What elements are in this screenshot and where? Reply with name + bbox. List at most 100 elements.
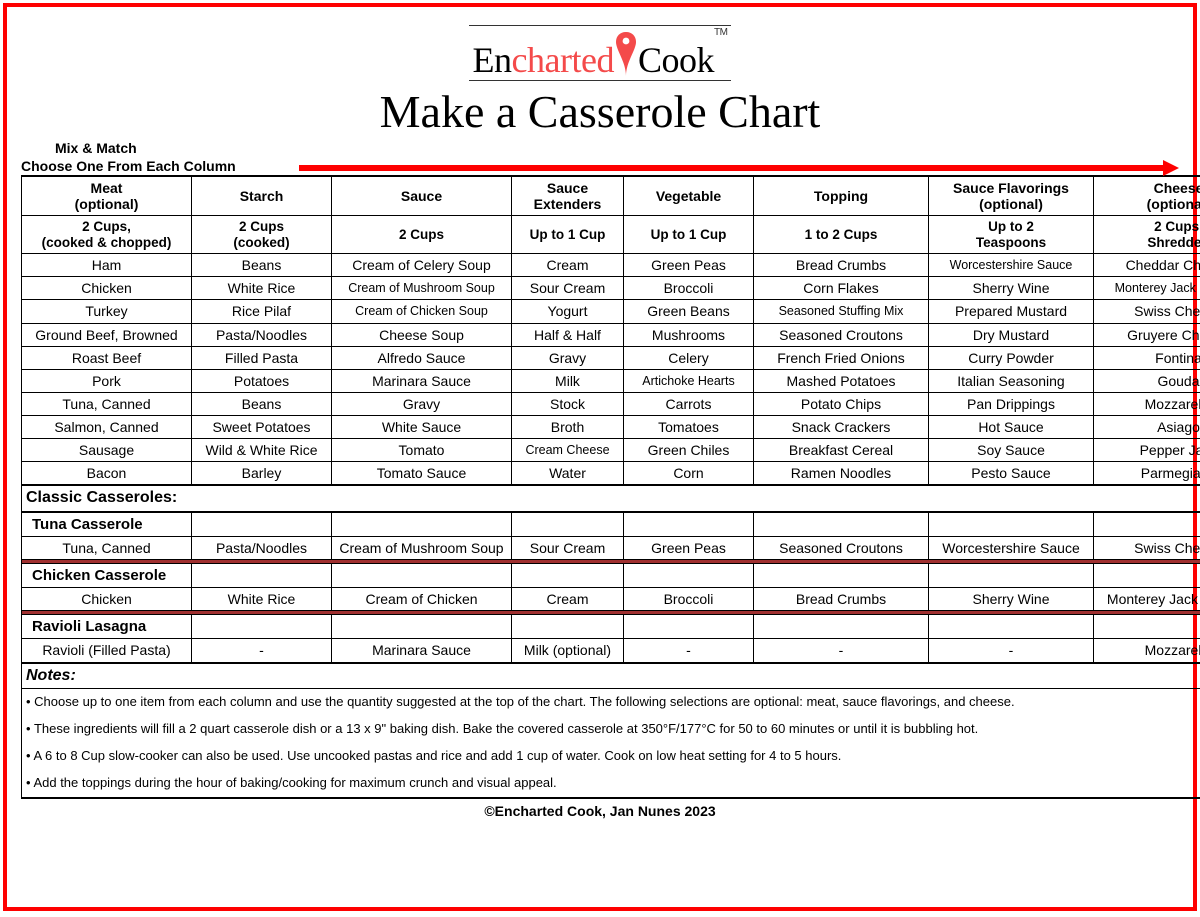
recipe-name-cell: Chicken Casserole xyxy=(22,563,192,587)
recipe-cell: - xyxy=(754,639,929,663)
table-cell: Milk xyxy=(512,369,624,392)
note-row: Add the toppings during the hour of baki… xyxy=(22,770,1200,798)
table-cell: Water xyxy=(512,462,624,486)
column-quantity: Up to 2Teaspoons xyxy=(929,216,1094,254)
table-cell: Seasoned Stuffing Mix xyxy=(754,300,929,323)
recipe-cell: Ravioli (Filled Pasta) xyxy=(22,639,192,663)
table-cell: Turkey xyxy=(22,300,192,323)
table-row: TurkeyRice PilafCream of Chicken SoupYog… xyxy=(22,300,1200,323)
table-cell: Breakfast Cereal xyxy=(754,438,929,461)
column-header: SauceExtenders xyxy=(512,176,624,216)
column-header: Cheese(optional) xyxy=(1094,176,1200,216)
recipe-cell: Seasoned Croutons xyxy=(754,536,929,559)
page-title: Make a Casserole Chart xyxy=(21,85,1179,138)
table-cell: Mushrooms xyxy=(624,323,754,346)
recipe-cell: Mozzarella xyxy=(1094,639,1200,663)
table-row: SausageWild & White RiceTomatoCream Chee… xyxy=(22,438,1200,461)
column-quantity: 1 to 2 Cups xyxy=(754,216,929,254)
table-cell: Mashed Potatoes xyxy=(754,369,929,392)
mix-match-hint: Mix & Match Choose One From Each Column xyxy=(21,140,1179,175)
note-row: Choose up to one item from each column a… xyxy=(22,688,1200,715)
table-cell: Tomatoes xyxy=(624,415,754,438)
notes-heading-cell: Notes: xyxy=(22,663,1200,689)
recipe-cell: Cream of Chicken xyxy=(332,588,512,611)
recipe-cell: Green Peas xyxy=(624,536,754,559)
table-cell: Cream of Mushroom Soup xyxy=(332,277,512,300)
table-cell: Prepared Mustard xyxy=(929,300,1094,323)
map-pin-icon xyxy=(616,32,636,76)
table-cell: Pan Drippings xyxy=(929,392,1094,415)
column-header: Topping xyxy=(754,176,929,216)
table-row: ChickenWhite RiceCream of Mushroom SoupS… xyxy=(22,277,1200,300)
column-quantity: Up to 1 Cup xyxy=(512,216,624,254)
table-cell: Dry Mustard xyxy=(929,323,1094,346)
recipe-name-cell: Ravioli Lasagna xyxy=(22,615,192,639)
note-row: These ingredients will fill a 2 quart ca… xyxy=(22,716,1200,743)
note-cell: A 6 to 8 Cup slow-cooker can also be use… xyxy=(22,743,1200,770)
copyright: ©Encharted Cook, Jan Nunes 2023 xyxy=(21,803,1179,819)
table-cell: Hot Sauce xyxy=(929,415,1094,438)
table-cell: Cream Cheese xyxy=(512,438,624,461)
recipe-cell: Bread Crumbs xyxy=(754,588,929,611)
table-cell: Tuna, Canned xyxy=(22,392,192,415)
recipe-cell: Sherry Wine xyxy=(929,588,1094,611)
recipe-cell: Monterey Jack Cheese xyxy=(1094,588,1200,611)
recipe-cell: White Rice xyxy=(192,588,332,611)
table-cell: Gruyere Cheese xyxy=(1094,323,1200,346)
empty-cell xyxy=(624,563,754,587)
table-cell: Ramen Noodles xyxy=(754,462,929,486)
recipe-cell: Milk (optional) xyxy=(512,639,624,663)
empty-cell xyxy=(332,615,512,639)
column-quantity: 2 Cups(cooked) xyxy=(192,216,332,254)
empty-cell xyxy=(929,512,1094,537)
table-cell: Italian Seasoning xyxy=(929,369,1094,392)
table-cell: Filled Pasta xyxy=(192,346,332,369)
table-cell: Beans xyxy=(192,254,332,277)
recipe-cell: Broccoli xyxy=(624,588,754,611)
table-cell: Artichoke Hearts xyxy=(624,369,754,392)
recipe-name-row: Chicken Casserole xyxy=(22,563,1200,587)
empty-cell xyxy=(754,512,929,537)
recipe-row: Ravioli (Filled Pasta)-Marinara SauceMil… xyxy=(22,639,1200,663)
table-cell: Salmon, Canned xyxy=(22,415,192,438)
empty-cell xyxy=(332,512,512,537)
table-cell: Cheese Soup xyxy=(332,323,512,346)
table-cell: Potatoes xyxy=(192,369,332,392)
empty-cell xyxy=(624,512,754,537)
empty-cell xyxy=(929,615,1094,639)
empty-cell xyxy=(1094,512,1200,537)
table-cell: Curry Powder xyxy=(929,346,1094,369)
table-cell: Gravy xyxy=(332,392,512,415)
table-cell: Cream of Celery Soup xyxy=(332,254,512,277)
table-row: Salmon, CannedSweet PotatoesWhite SauceB… xyxy=(22,415,1200,438)
table-cell: Gouda xyxy=(1094,369,1200,392)
table-cell: Ground Beef, Browned xyxy=(22,323,192,346)
column-quantity: 2 Cups,(cooked & chopped) xyxy=(22,216,192,254)
table-cell: Sherry Wine xyxy=(929,277,1094,300)
table-cell: Bread Crumbs xyxy=(754,254,929,277)
table-cell: Bacon xyxy=(22,462,192,486)
table-cell: Broccoli xyxy=(624,277,754,300)
empty-cell xyxy=(929,563,1094,587)
table-cell: Cream xyxy=(512,254,624,277)
table-cell: Ham xyxy=(22,254,192,277)
quantity-row: 2 Cups,(cooked & chopped)2 Cups(cooked)2… xyxy=(22,216,1200,254)
empty-cell xyxy=(192,615,332,639)
header-row: Meat(optional)StarchSauceSauceExtendersV… xyxy=(22,176,1200,216)
table-cell: Cream of Chicken Soup xyxy=(332,300,512,323)
table-cell: Cheddar Cheese xyxy=(1094,254,1200,277)
recipe-row: Tuna, CannedPasta/NoodlesCream of Mushro… xyxy=(22,536,1200,559)
recipe-cell: Swiss Cheese xyxy=(1094,536,1200,559)
table-row: BaconBarleyTomato SauceWaterCornRamen No… xyxy=(22,462,1200,486)
classics-heading-cell: Classic Casseroles: xyxy=(22,485,1200,511)
table-row: Tuna, CannedBeansGravyStockCarrotsPotato… xyxy=(22,392,1200,415)
recipe-cell: Chicken xyxy=(22,588,192,611)
table-cell: Pepper Jack xyxy=(1094,438,1200,461)
arrow-icon xyxy=(299,165,1179,171)
table-row: PorkPotatoesMarinara SauceMilkArtichoke … xyxy=(22,369,1200,392)
table-cell: French Fried Onions xyxy=(754,346,929,369)
recipe-cell: Cream xyxy=(512,588,624,611)
table-cell: Carrots xyxy=(624,392,754,415)
empty-cell xyxy=(512,615,624,639)
table-row: Roast BeefFilled PastaAlfredo SauceGravy… xyxy=(22,346,1200,369)
